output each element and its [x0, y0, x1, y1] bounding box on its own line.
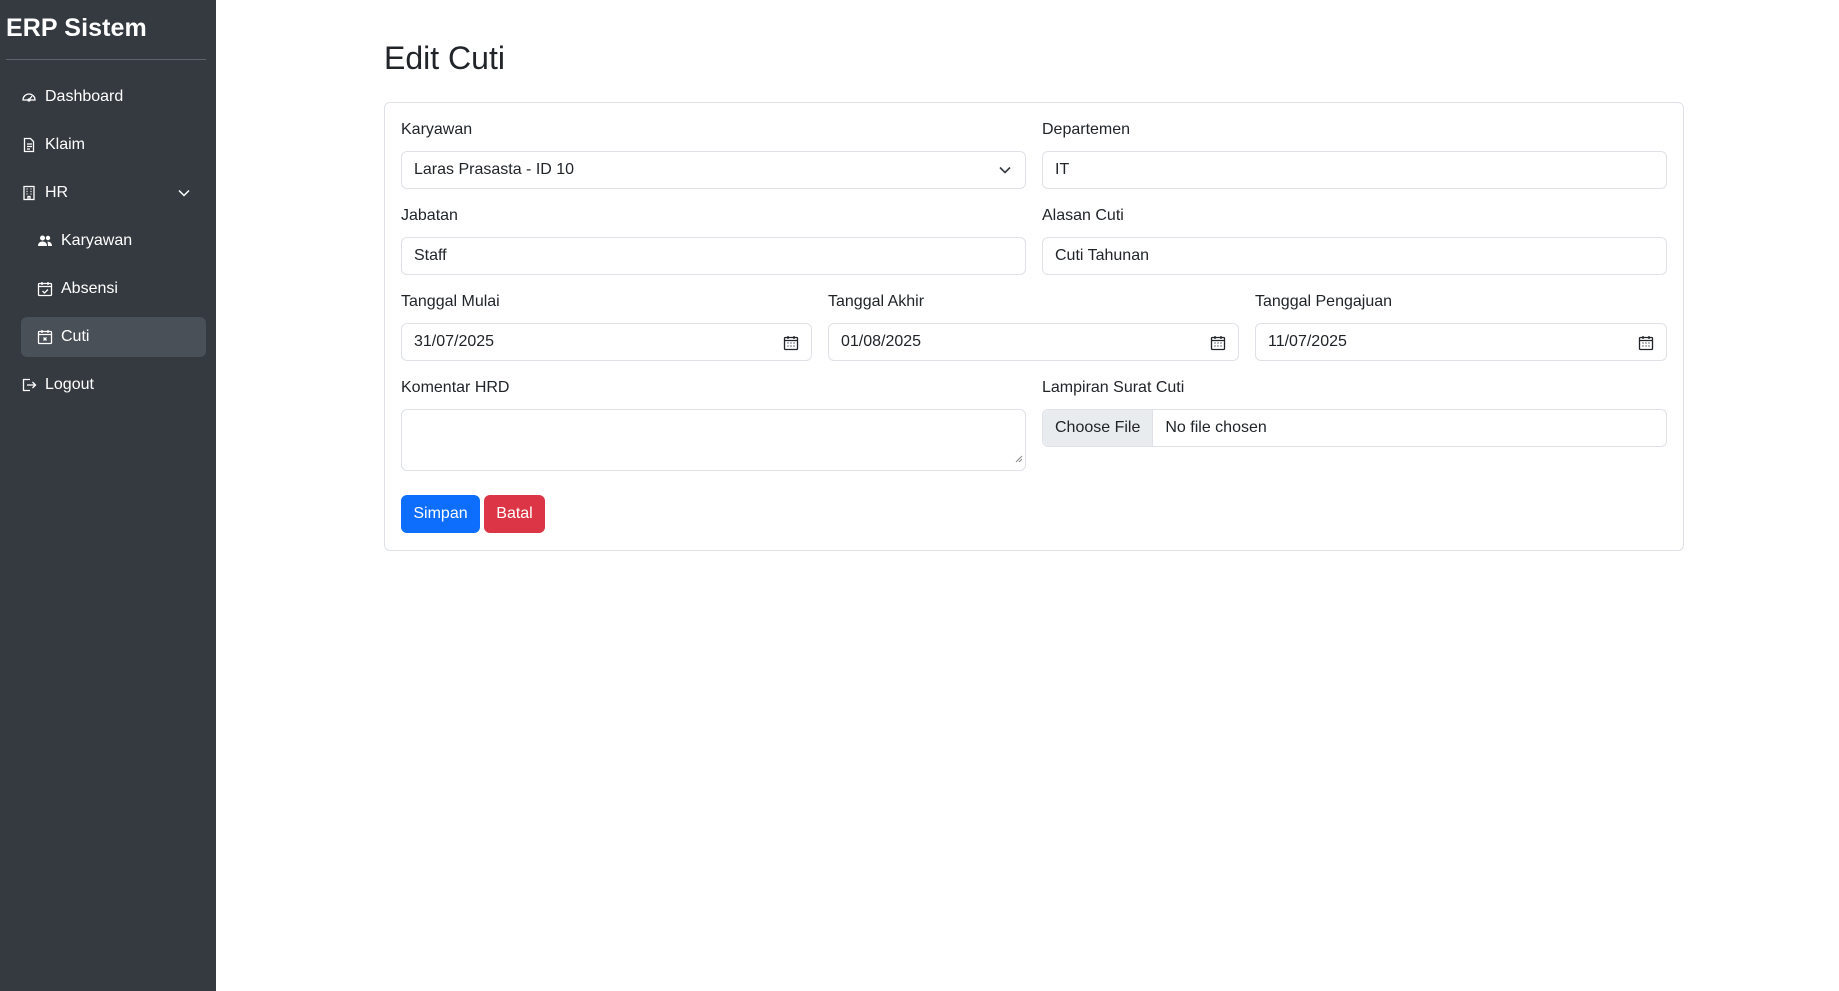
tanggal-pengajuan-label: Tanggal Pengajuan — [1255, 293, 1393, 310]
brand-title: ERP Sistem — [6, 14, 147, 42]
sidebar-item-klaim[interactable]: Klaim — [21, 125, 206, 165]
tanggal-pengajuan-input[interactable]: 11/07/2025 — [1255, 323, 1667, 361]
jabatan-label: Jabatan — [401, 207, 458, 224]
building-icon — [21, 185, 37, 201]
cancel-button[interactable]: Batal — [484, 495, 545, 533]
sidebar-item-karyawan[interactable]: Karyawan — [21, 221, 206, 261]
page-title: Edit Cuti — [384, 40, 505, 76]
alasan-cuti-input[interactable]: Cuti Tahunan — [1042, 237, 1667, 275]
sidebar: ERP Sistem Dashboard Klaim HR Karyawan A… — [0, 0, 216, 991]
alasan-cuti-value: Cuti Tahunan — [1055, 247, 1149, 264]
edit-cuti-form: Karyawan Laras Prasasta - ID 10 Departem… — [384, 102, 1684, 551]
karyawan-value: Laras Prasasta - ID 10 — [414, 161, 575, 178]
file-status: No file chosen — [1165, 419, 1267, 436]
sidebar-item-logout[interactable]: Logout — [21, 365, 206, 405]
sidebar-item-label: HR — [45, 184, 69, 201]
choose-file-button[interactable]: Choose File — [1043, 410, 1154, 446]
tanggal-mulai-label: Tanggal Mulai — [401, 293, 500, 310]
tanggal-pengajuan-value: 11/07/2025 — [1268, 333, 1347, 350]
sidebar-item-dashboard[interactable]: Dashboard — [21, 77, 206, 117]
tanggal-akhir-value: 01/08/2025 — [841, 333, 922, 350]
karyawan-select[interactable]: Laras Prasasta - ID 10 — [401, 151, 1026, 189]
sidebar-item-hr[interactable]: HR — [21, 173, 206, 213]
sidebar-item-label: Cuti — [61, 328, 90, 345]
sidebar-item-label: Dashboard — [45, 88, 124, 105]
komentar-hrd-textarea[interactable] — [401, 409, 1026, 471]
logout-icon — [21, 377, 37, 393]
resize-handle-icon[interactable] — [1015, 450, 1023, 468]
brand-divider — [6, 59, 206, 60]
chevron-down-icon — [997, 162, 1013, 183]
sidebar-item-absensi[interactable]: Absensi — [21, 269, 206, 309]
jabatan-input[interactable]: Staff — [401, 237, 1026, 275]
alasan-cuti-label: Alasan Cuti — [1042, 207, 1124, 224]
calendar-icon[interactable] — [1210, 335, 1226, 356]
calendar-check-icon — [37, 281, 53, 297]
tanggal-mulai-input[interactable]: 31/07/2025 — [401, 323, 812, 361]
document-icon — [21, 137, 37, 153]
komentar-hrd-label: Komentar HRD — [401, 379, 510, 396]
sidebar-item-label: Klaim — [45, 136, 86, 153]
calendar-icon[interactable] — [1638, 335, 1654, 356]
jabatan-value: Staff — [414, 247, 447, 264]
sidebar-item-label: Karyawan — [61, 232, 133, 249]
tanggal-mulai-value: 31/07/2025 — [414, 333, 495, 350]
save-button[interactable]: Simpan — [401, 495, 480, 533]
sidebar-item-cuti[interactable]: Cuti — [21, 317, 206, 357]
tanggal-akhir-input[interactable]: 01/08/2025 — [828, 323, 1239, 361]
calendar-x-icon — [37, 329, 53, 345]
sidebar-item-label: Logout — [45, 376, 94, 393]
lampiran-file-input[interactable]: Choose File No file chosen — [1042, 409, 1667, 447]
departemen-input[interactable]: IT — [1042, 151, 1667, 189]
calendar-icon[interactable] — [783, 335, 799, 356]
karyawan-label: Karyawan — [401, 121, 473, 138]
departemen-label: Departemen — [1042, 121, 1131, 138]
lampiran-label: Lampiran Surat Cuti — [1042, 379, 1185, 396]
departemen-value: IT — [1055, 161, 1070, 178]
sidebar-item-label: Absensi — [61, 280, 118, 297]
speedometer-icon — [21, 89, 37, 105]
chevron-down-icon[interactable] — [176, 185, 192, 206]
tanggal-akhir-label: Tanggal Akhir — [828, 293, 925, 310]
people-icon — [37, 233, 53, 249]
